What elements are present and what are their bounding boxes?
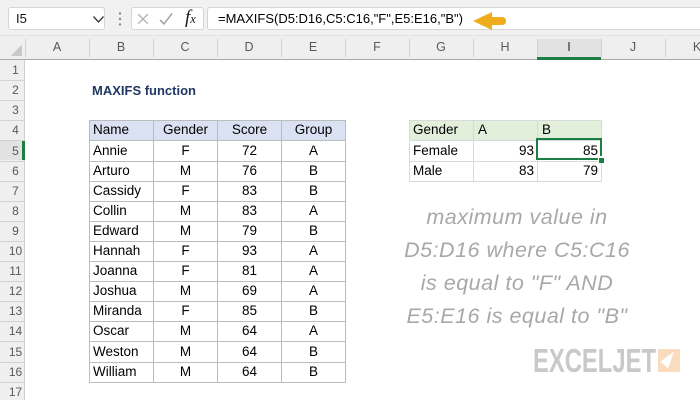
svg-text:EXCELJET: EXCELJET: [533, 342, 656, 379]
